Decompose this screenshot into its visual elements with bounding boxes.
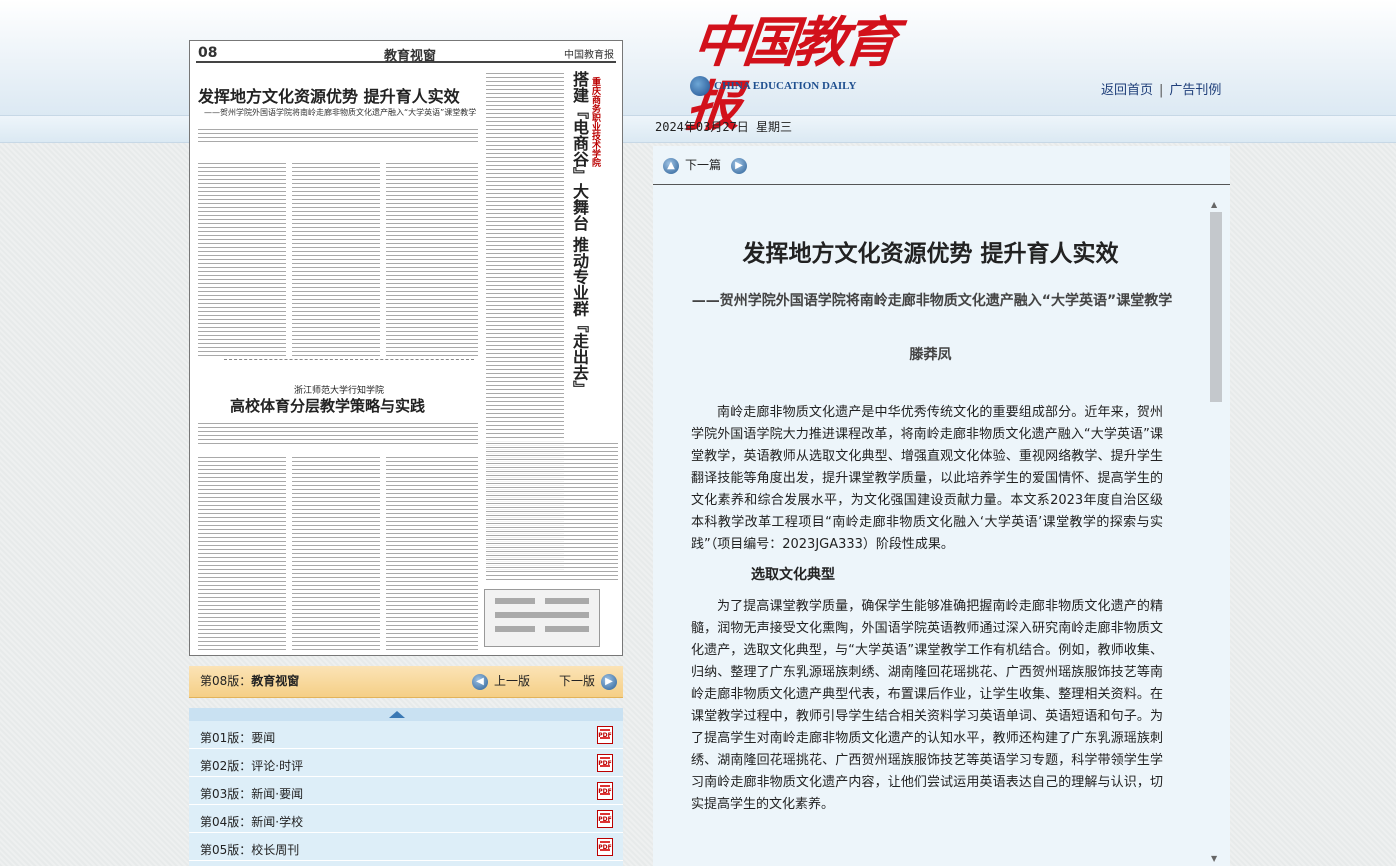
paper-subhead-1: ——贺州学院外国语学院将南岭走廊非物质文化遗产融入“大学英语”课堂教学	[204, 108, 477, 117]
edition-list-item[interactable]: 第01版：要闻 PDF	[189, 721, 623, 749]
paper-page-number: 08	[198, 45, 218, 61]
collapse-list-button[interactable]	[189, 708, 623, 721]
diagram-box	[495, 598, 535, 604]
issue-date: 2024年03月27日 星期三	[655, 120, 793, 134]
globe-icon	[690, 76, 710, 96]
paper-vertical-headline[interactable]: 搭建『电商谷』大舞台 推动专业群『走出去』	[568, 71, 589, 397]
arrow-up-icon[interactable]: ▲	[663, 158, 679, 174]
diagram-box	[495, 612, 589, 618]
link-separator: |	[1159, 83, 1164, 98]
edition-list-item[interactable]: 第05版：校长周刊 PDF	[189, 833, 623, 861]
article-scrollbar[interactable]: ▲ ▼	[1208, 198, 1222, 866]
prev-edition-button[interactable]: ◀ 上一版	[472, 672, 530, 690]
arrow-right-icon: ▶	[601, 673, 618, 690]
pdf-icon[interactable]: PDF	[597, 838, 613, 856]
ad-rates-link[interactable]: 广告刊例	[1169, 83, 1221, 98]
pdf-icon[interactable]: PDF	[597, 782, 613, 800]
home-link[interactable]: 返回首页	[1101, 83, 1153, 98]
paper-text-block	[198, 127, 478, 145]
prev-edition-label: 上一版	[494, 674, 531, 688]
article-author: 滕莽凤	[909, 347, 952, 363]
paper-vertical-subhead: 重庆商务职业技术学院	[590, 77, 600, 167]
paper-text-block	[198, 161, 286, 357]
article-paragraph: 南岭走廊非物质文化遗产是中华优秀传统文化的重要组成部分。近年来，贺州学院外国语学…	[691, 405, 1163, 552]
edition-link[interactable]: 第03版：新闻·要闻	[200, 787, 303, 801]
current-edition: 第08版：教育视窗	[200, 672, 299, 689]
edition-list-item[interactable]: 第02版：评论·时评 PDF	[189, 749, 623, 777]
newspaper-page-image[interactable]: 08 教育视窗 中国教育报 发挥地方文化资源优势 提升育人实效 ——贺州学院外国…	[189, 40, 623, 656]
current-edition-name: 教育视窗	[251, 674, 300, 688]
site-logo[interactable]: 中国教育报 CHINA EDUCATION DAILY	[683, 10, 896, 138]
arrow-left-icon: ◀	[472, 673, 488, 690]
next-article-button[interactable]: ▶	[731, 158, 747, 174]
paper-text-block	[386, 161, 478, 357]
article-body: 南岭走廊非物质文化遗产是中华优秀传统文化的重要组成部分。近年来，贺州学院外国语学…	[691, 402, 1163, 824]
article-nav-bar: ▲ 下一篇 ▶	[653, 146, 1230, 185]
diagram-box	[495, 626, 535, 632]
edition-link[interactable]: 第05版：校长周刊	[200, 843, 299, 857]
next-article-label[interactable]: 下一篇	[685, 156, 721, 173]
next-edition-label: 下一版	[559, 674, 596, 688]
article-subtitle: ——贺州学院外国语学院将南岭走廊非物质文化遗产融入“大学英语”课堂教学	[691, 293, 1173, 309]
edition-list-item[interactable]: 第04版：新闻·学校 PDF	[189, 805, 623, 833]
paper-text-block	[386, 455, 478, 651]
paper-text-block	[486, 441, 618, 581]
paper-masthead: 中国教育报	[564, 50, 614, 61]
edition-nav-bar: 第08版：教育视窗 ◀ 上一版 下一版 ▶	[189, 666, 623, 698]
pdf-icon[interactable]: PDF	[597, 726, 613, 744]
edition-link[interactable]: 第04版：新闻·学校	[200, 815, 303, 829]
article-section-heading: 选取文化典型	[751, 567, 835, 583]
pdf-icon[interactable]: PDF	[597, 810, 613, 828]
paper-text-block	[292, 455, 380, 651]
top-links: 返回首页 | 广告刊例	[1101, 79, 1221, 98]
edition-list: 第01版：要闻 PDF 第02版：评论·时评 PDF 第03版：新闻·要闻 PD…	[189, 708, 623, 866]
paper-diagram	[484, 589, 600, 647]
scroll-up-arrow-icon[interactable]: ▲	[1211, 200, 1217, 209]
article-title: 发挥地方文化资源优势 提升育人实效	[742, 240, 1119, 267]
paper-text-block	[198, 421, 478, 445]
next-edition-button[interactable]: 下一版 ▶	[559, 672, 618, 690]
article-panel: ▲ 下一篇 ▶ 发挥地方文化资源优势 提升育人实效 ——贺州学院外国语学院将南岭…	[653, 146, 1230, 866]
scroll-down-arrow-icon[interactable]: ▼	[1211, 854, 1217, 863]
article-paragraph: 为了提高课堂教学质量，确保学生能够准确把握南岭走廊非物质文化遗产的精髓，润物无声…	[691, 599, 1163, 812]
current-edition-number: 第08版：	[200, 674, 252, 688]
chevron-up-icon	[389, 711, 405, 718]
paper-divider	[224, 359, 474, 360]
paper-headline-2[interactable]: 高校体育分层教学策略与实践	[230, 395, 425, 416]
paper-section-name: 教育视窗	[384, 49, 437, 64]
edition-link[interactable]: 第01版：要闻	[200, 731, 275, 745]
logo-english: CHINA EDUCATION DAILY	[714, 80, 857, 92]
article-scroll-area[interactable]: 发挥地方文化资源优势 提升育人实效 ——贺州学院外国语学院将南岭走廊非物质文化遗…	[653, 196, 1230, 866]
edition-link[interactable]: 第02版：评论·时评	[200, 759, 303, 773]
paper-text-block	[198, 455, 286, 651]
paper-header: 08 教育视窗 中国教育报	[196, 45, 616, 64]
scrollbar-thumb[interactable]	[1210, 212, 1222, 402]
diagram-box	[545, 598, 589, 604]
edition-list-item[interactable]: 第03版：新闻·要闻 PDF	[189, 777, 623, 805]
diagram-box	[545, 626, 589, 632]
paper-headline-1[interactable]: 发挥地方文化资源优势 提升育人实效	[198, 83, 460, 107]
pdf-icon[interactable]: PDF	[597, 754, 613, 772]
paper-text-block	[292, 161, 380, 357]
